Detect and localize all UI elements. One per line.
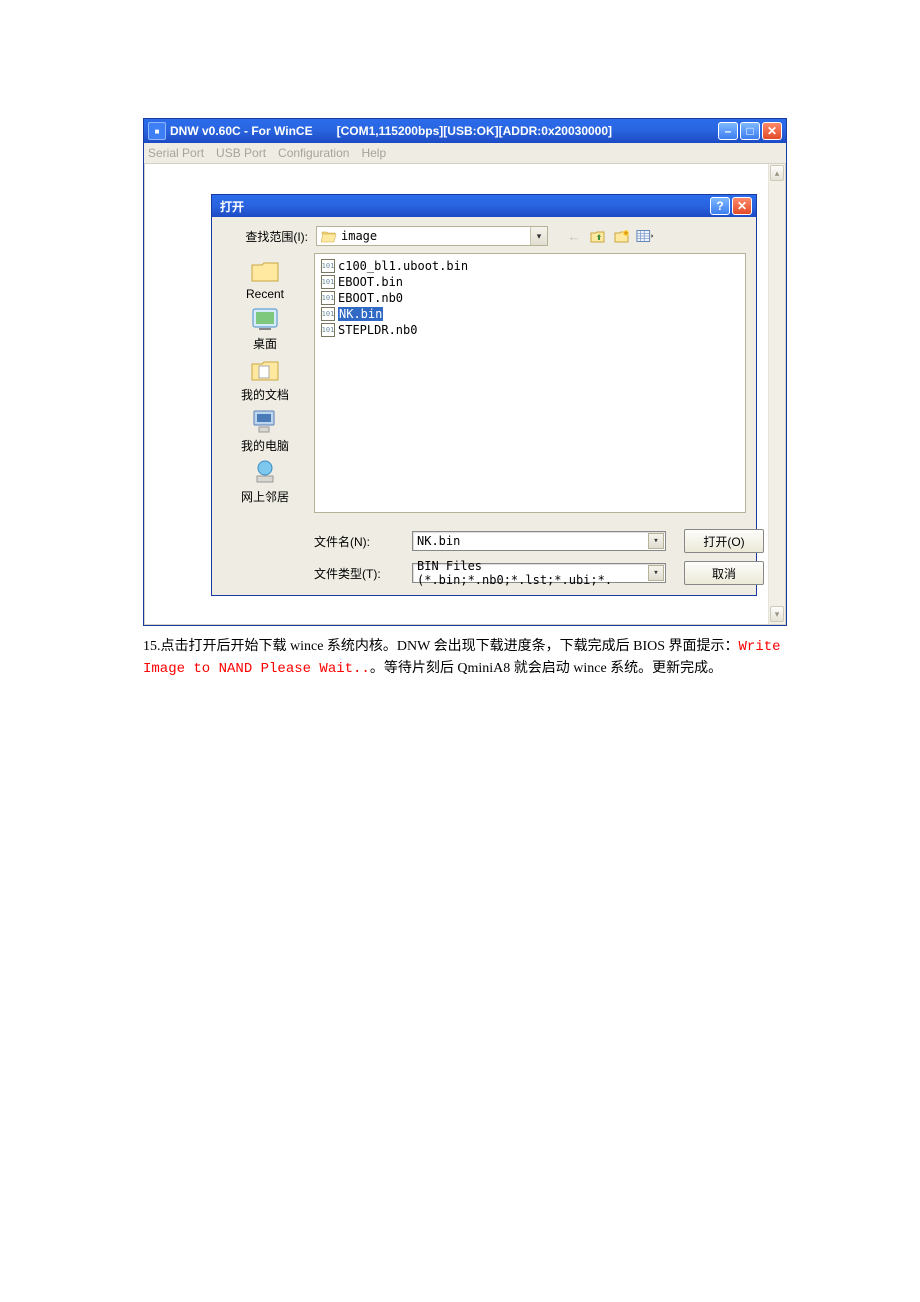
file-item[interactable]: 101 NK.bin — [321, 306, 739, 322]
documents-icon — [249, 356, 281, 384]
lookin-combo[interactable]: image ▾ — [316, 226, 548, 246]
maximize-button[interactable]: □ — [740, 122, 760, 140]
file-item[interactable]: 101 EBOOT.bin — [321, 274, 739, 290]
chevron-down-icon[interactable]: ▾ — [530, 227, 547, 245]
menu-bar: Serial Port USB Port Configuration Help — [144, 143, 786, 164]
folder-icon — [249, 257, 281, 285]
network-icon — [249, 458, 281, 486]
chevron-down-icon[interactable]: ▾ — [648, 533, 664, 549]
file-item[interactable]: 101 c100_bl1.uboot.bin — [321, 258, 739, 274]
file-icon: 101 — [321, 259, 335, 273]
place-network[interactable]: 网上邻居 — [229, 458, 301, 505]
filename-label: 文件名(N): — [314, 533, 394, 550]
file-icon: 101 — [321, 291, 335, 305]
place-mycomputer[interactable]: 我的电脑 — [229, 407, 301, 454]
dnw-app-icon: ■ — [148, 122, 166, 140]
caption-paragraph: 15.点击打开后开始下载 wince 系统内核。DNW 会出现下载进度条，下载完… — [143, 636, 785, 680]
back-icon[interactable]: ← — [564, 226, 584, 246]
dialog-title-bar: 打开 ? ✕ — [212, 195, 756, 217]
file-icon: 101 — [321, 323, 335, 337]
computer-icon — [249, 407, 281, 435]
dnw-title-part2: [COM1,115200bps][USB:OK][ADDR:0x20030000… — [337, 124, 612, 138]
up-folder-icon[interactable] — [588, 226, 608, 246]
filename-input[interactable]: NK.bin ▾ — [412, 531, 666, 551]
place-desktop[interactable]: 桌面 — [229, 305, 301, 352]
menu-configuration[interactable]: Configuration — [278, 146, 349, 160]
dialog-title: 打开 — [220, 198, 244, 215]
close-button[interactable]: ✕ — [762, 122, 782, 140]
places-bar: Recent 桌面 我的文档 — [222, 253, 308, 513]
desktop-icon — [249, 305, 281, 333]
menu-usb-port[interactable]: USB Port — [216, 146, 266, 160]
file-icon: 101 — [321, 275, 335, 289]
file-list[interactable]: 101 c100_bl1.uboot.bin 101 EBOOT.bin 101… — [314, 253, 746, 513]
chevron-down-icon[interactable]: ▾ — [648, 565, 664, 581]
filetype-combo[interactable]: BIN Files (*.bin;*.nb0;*.lst;*.ubi;*. ▾ — [412, 563, 666, 583]
file-item[interactable]: 101 EBOOT.nb0 — [321, 290, 739, 306]
client-area: ▴ ▾ 打开 ? ✕ 查找范围(I): — [144, 164, 786, 625]
cancel-button[interactable]: 取消 — [684, 561, 764, 585]
menu-serial-port[interactable]: Serial Port — [148, 146, 204, 160]
scroll-up-icon[interactable]: ▴ — [770, 165, 784, 181]
dialog-close-button[interactable]: ✕ — [732, 197, 752, 215]
lookin-value: image — [341, 229, 530, 243]
menu-help[interactable]: Help — [361, 146, 386, 160]
views-icon[interactable] — [636, 226, 656, 246]
dnw-window: ■ DNW v0.60C - For WinCE [COM1,115200bps… — [143, 118, 787, 626]
place-mydocs[interactable]: 我的文档 — [229, 356, 301, 403]
open-file-dialog: 打开 ? ✕ 查找范围(I): image ▾ — [211, 194, 757, 596]
minimize-button[interactable]: – — [718, 122, 738, 140]
file-icon: 101 — [321, 307, 335, 321]
folder-open-icon — [321, 229, 337, 243]
dnw-title-part1: DNW v0.60C - For WinCE — [170, 124, 313, 138]
place-recent[interactable]: Recent — [229, 257, 301, 301]
lookin-label: 查找范围(I): — [222, 228, 310, 245]
dialog-help-button[interactable]: ? — [710, 197, 730, 215]
new-folder-icon[interactable] — [612, 226, 632, 246]
scroll-down-icon[interactable]: ▾ — [770, 606, 784, 622]
file-item[interactable]: 101 STEPLDR.nb0 — [321, 322, 739, 338]
filetype-label: 文件类型(T): — [314, 565, 394, 582]
open-button[interactable]: 打开(O) — [684, 529, 764, 553]
dnw-title-bar: ■ DNW v0.60C - For WinCE [COM1,115200bps… — [144, 119, 786, 143]
vertical-scrollbar[interactable]: ▴ ▾ — [768, 164, 785, 624]
